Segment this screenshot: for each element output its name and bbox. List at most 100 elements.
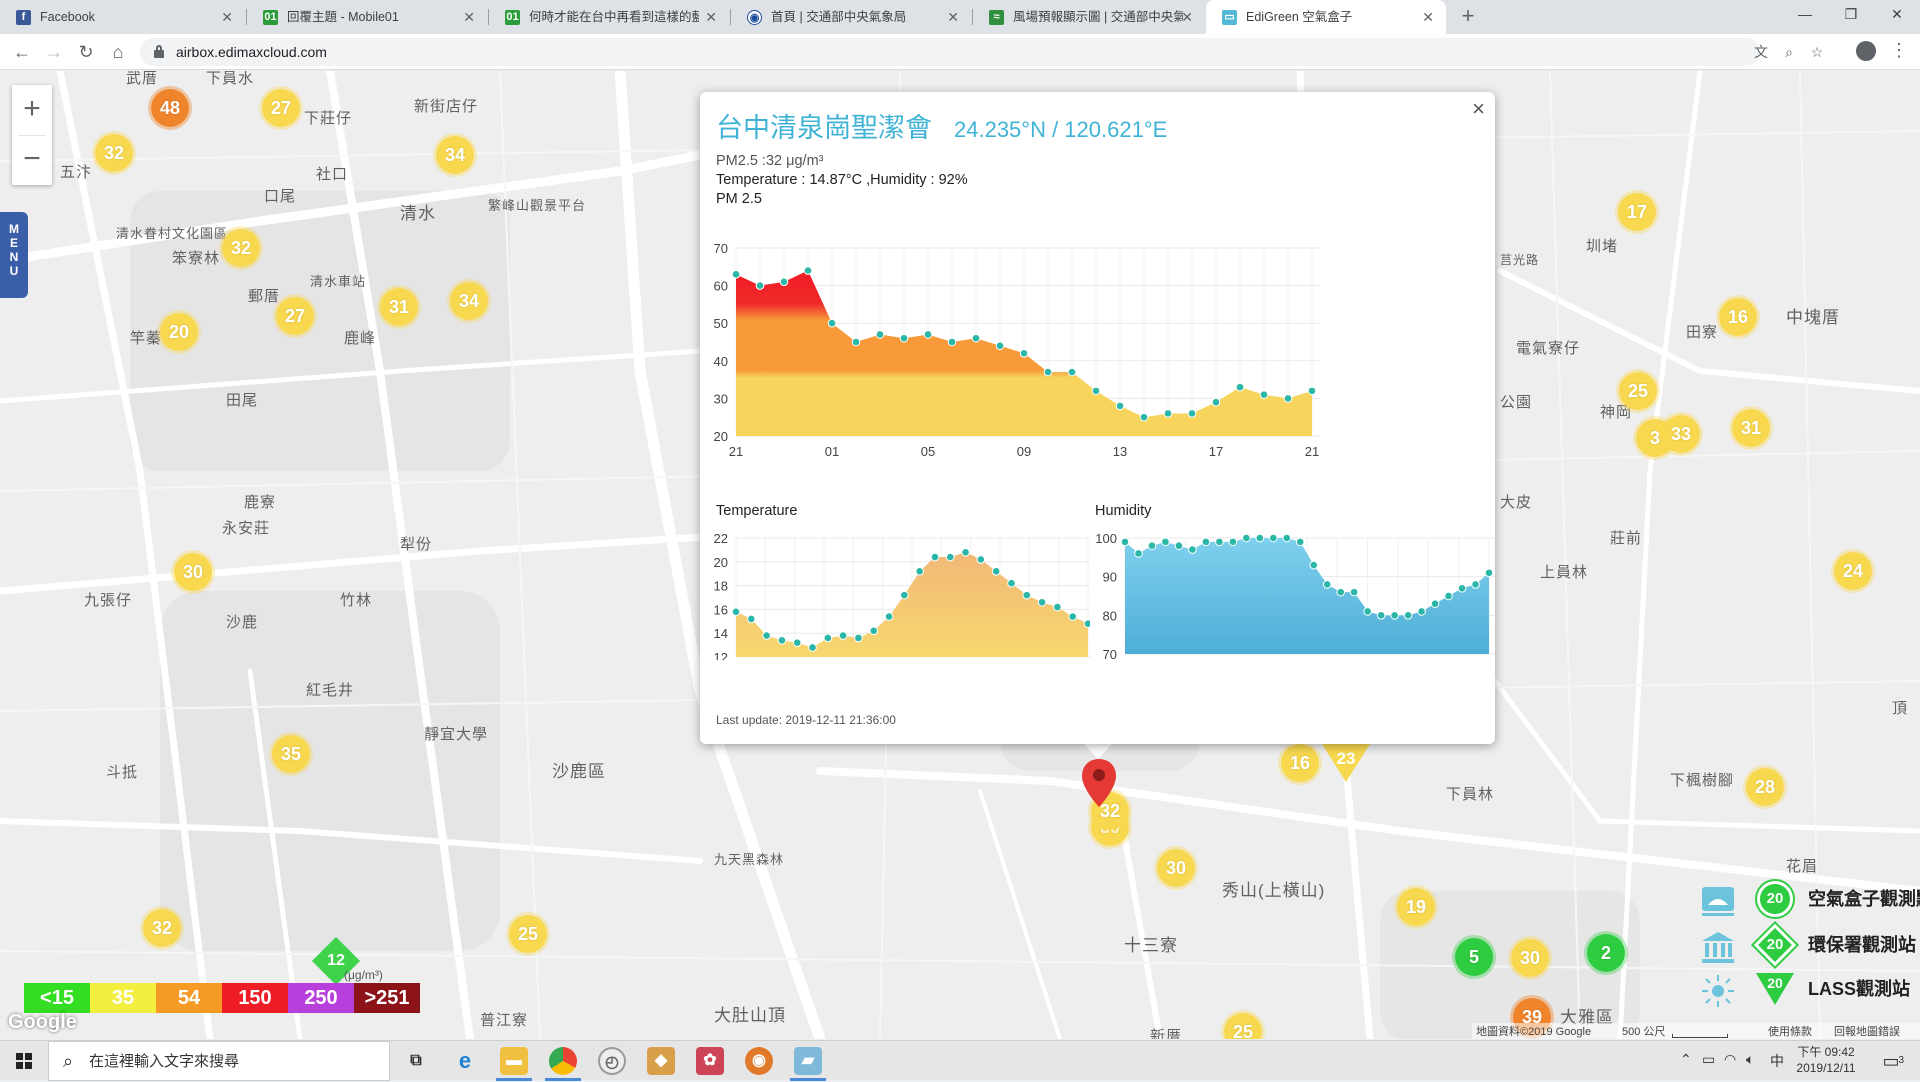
tab-wind-forecast[interactable]: ≈ 風場預報顯示圖 | 交通部中央氣象局 ✕ [973,0,1205,34]
file-explorer-icon[interactable]: ▬ [500,1047,528,1075]
data-point[interactable] [1067,367,1077,377]
data-point[interactable] [827,318,837,328]
app-icon[interactable]: ◴ [598,1047,626,1075]
airbox-marker[interactable]: 32 [92,131,136,175]
data-point[interactable] [1295,537,1305,547]
minimize-icon[interactable]: — [1782,0,1828,30]
data-point[interactable] [1211,397,1221,407]
data-point[interactable] [823,633,833,643]
airbox-marker[interactable]: 16 [1278,741,1322,785]
clock[interactable]: 下午 09:42 2019/12/11 [1786,1044,1866,1076]
data-point[interactable] [803,266,813,275]
app-icon[interactable]: ✿ [696,1047,724,1075]
close-window-icon[interactable]: ✕ [1874,0,1920,30]
airbox-marker[interactable]: 30 [171,550,215,594]
data-point[interactable] [1336,587,1346,597]
wifi-icon[interactable]: ◠ [1724,1051,1736,1068]
data-point[interactable] [1228,537,1238,547]
back-icon[interactable]: ← [8,38,36,66]
data-point[interactable] [1068,612,1077,621]
close-tab-icon[interactable]: ✕ [221,0,233,34]
data-point[interactable] [1403,611,1413,620]
data-point[interactable] [1134,549,1143,558]
edge-icon[interactable]: e [451,1047,479,1075]
data-point[interactable] [1259,390,1269,399]
data-point[interactable] [838,631,848,640]
restore-icon[interactable]: ❐ [1828,0,1874,30]
browser-menu-icon[interactable]: ⋮ [1890,38,1908,64]
data-point[interactable] [945,552,955,562]
airbox-marker[interactable]: 32 [140,906,184,950]
chevron-up-icon[interactable]: ⌃ [1680,1051,1692,1068]
data-point[interactable] [1255,533,1265,543]
airbox-marker[interactable]: 17 [1615,190,1659,234]
bookmark-star-icon[interactable]: ☆ [1806,42,1828,64]
airbox-marker[interactable]: 25 [506,912,550,956]
data-point[interactable] [1188,545,1197,554]
data-point[interactable] [1390,611,1399,620]
airbox-marker[interactable]: 32 [219,226,263,270]
data-point[interactable] [869,626,879,636]
tab-mobile01-bluesky[interactable]: 01 何時才能在台中再看到這樣的藍天 ✕ [489,0,729,34]
data-point[interactable] [1235,382,1245,392]
data-point[interactable] [1163,409,1173,418]
data-point[interactable] [1457,583,1467,593]
tab-mobile01-reply[interactable]: 01 回覆主題 - Mobile01 ✕ [247,0,487,34]
airbox-marker[interactable]: 30 [1154,846,1198,890]
airbox-marker[interactable]: 27 [259,86,303,130]
data-point[interactable] [930,552,940,562]
airbox-marker[interactable]: 16 [1716,295,1760,339]
data-point[interactable] [1242,533,1251,543]
app-icon[interactable]: ◆ [647,1047,675,1075]
airbox-marker[interactable]: 24 [1831,549,1875,593]
airbox-marker[interactable]: 20 [157,310,201,354]
close-tab-icon[interactable]: ✕ [463,0,475,34]
airbox-marker[interactable]: 35 [269,732,313,776]
data-point[interactable] [1037,597,1047,607]
close-tab-icon[interactable]: ✕ [705,0,717,34]
home-icon[interactable]: ⌂ [104,38,132,66]
zoom-in-button[interactable]: + [12,85,52,135]
zoom-out-button[interactable]: − [12,135,52,185]
blender-icon[interactable]: ◉ [745,1047,773,1075]
data-point[interactable] [1022,590,1032,600]
data-point[interactable] [1161,537,1170,547]
close-tab-icon[interactable]: ✕ [1181,0,1193,34]
close-tab-icon[interactable]: ✕ [1422,0,1434,34]
app-icon[interactable]: ▰ [794,1047,822,1075]
windows-start-icon[interactable] [0,1041,48,1081]
translate-icon[interactable]: 文 [1750,42,1772,64]
data-point[interactable] [1417,607,1426,616]
terms-link[interactable]: 使用條款 [1768,1023,1812,1039]
url-text[interactable]: airbox.edimaxcloud.com [176,38,327,66]
airbox-marker[interactable]: 34 [433,133,477,177]
data-point[interactable] [900,590,909,600]
data-point[interactable] [1322,580,1332,589]
data-point[interactable] [1007,578,1016,588]
data-point[interactable] [1091,386,1101,396]
airbox-marker[interactable]: 27 [273,294,317,338]
data-point[interactable] [899,333,909,343]
data-point[interactable] [1376,611,1386,620]
data-point[interactable] [1282,533,1292,543]
data-point[interactable] [1215,537,1224,547]
data-point[interactable] [1430,599,1440,609]
data-point[interactable] [961,547,970,557]
data-point[interactable] [875,330,885,339]
data-point[interactable] [947,337,957,347]
data-point[interactable] [1268,533,1278,543]
ime-indicator[interactable]: 中 [1770,1051,1784,1071]
data-point[interactable] [1363,607,1372,616]
data-point[interactable] [991,567,1001,576]
location-pin-icon[interactable] [1082,759,1116,807]
data-point[interactable] [1043,367,1053,377]
data-point[interactable] [1187,409,1197,418]
tab-facebook[interactable]: f Facebook ✕ [0,0,245,34]
data-point[interactable] [1139,412,1149,422]
battery-icon[interactable]: ▭ [1702,1051,1715,1068]
data-point[interactable] [1484,568,1494,578]
data-point[interactable] [762,631,771,640]
data-point[interactable] [1174,541,1184,551]
airbox-marker[interactable]: 28 [1743,765,1787,809]
data-point[interactable] [1120,537,1130,547]
